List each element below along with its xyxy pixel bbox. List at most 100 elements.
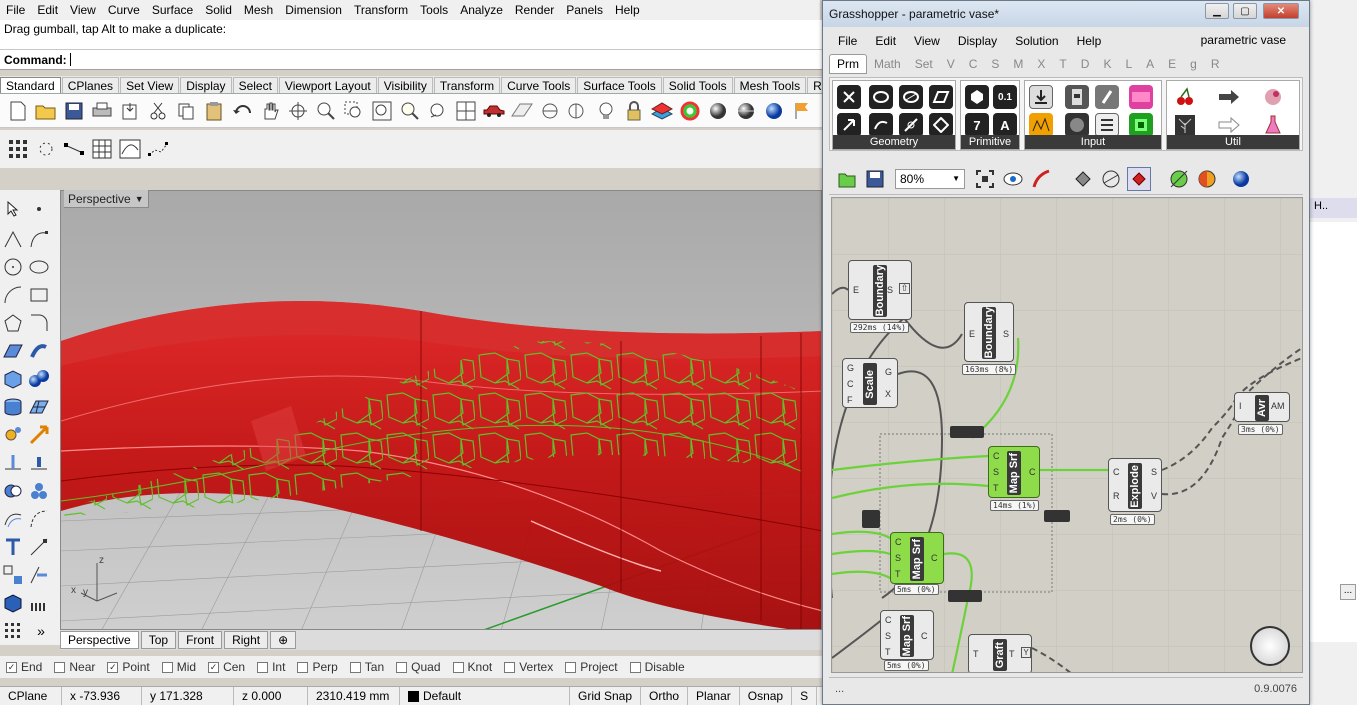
undo-view-icon[interactable] [426,99,450,123]
dots-grid-icon[interactable] [2,620,24,642]
menu-analyze[interactable]: Analyze [454,3,509,17]
surface-param-icon[interactable] [899,85,923,109]
pin-output[interactable]: C [1029,467,1036,477]
osnap-near[interactable]: Near [54,660,95,674]
document-name[interactable]: parametric vase [1192,33,1295,47]
point-cloud-icon[interactable] [34,137,58,161]
zoom-icon[interactable] [314,99,338,123]
cherry-picker-icon[interactable] [1173,85,1197,109]
gh-tab-math[interactable]: Math [867,55,908,73]
gh-tab-x[interactable]: X [1030,55,1052,73]
pin-input[interactable]: C [847,379,854,389]
new-file-icon[interactable] [6,99,30,123]
vptab-top[interactable]: Top [140,631,177,649]
revolve-icon[interactable] [28,340,50,362]
cplane-icon[interactable] [538,99,562,123]
viewport-title[interactable]: Perspective ▼ [64,190,149,208]
status-osnap[interactable]: Osnap [740,687,793,705]
text-icon[interactable] [2,536,24,558]
pin-input[interactable]: R [1113,491,1120,501]
minimize-icon[interactable]: ▁ [1205,3,1229,19]
tab-viewport-layout[interactable]: Viewport Layout [278,77,377,93]
status-smarttrack[interactable]: S [792,687,818,705]
add-viewport-icon[interactable]: ⊕ [270,631,297,649]
osnap-end[interactable]: ✓ End [6,660,42,674]
tab-cplanes[interactable]: CPlanes [61,77,120,93]
menu-surface[interactable]: Surface [146,3,199,17]
osnap-disable[interactable]: Disable [629,660,685,674]
pin-output[interactable]: G [885,367,892,377]
vptab-right[interactable]: Right [224,631,269,649]
pin-input[interactable]: T [895,569,901,579]
gh-tab-d[interactable]: D [1074,55,1097,73]
osnap-perp[interactable]: Perp [297,660,338,674]
osnap-checkbox[interactable] [565,661,577,673]
fillet-icon[interactable] [28,312,50,334]
pin-input[interactable]: E [969,329,975,339]
viewport-menu-arrow-icon[interactable]: ▼ [135,194,144,204]
blue-shape-icon[interactable] [1229,167,1253,191]
color-wheel-icon[interactable] [678,99,702,123]
pin-input[interactable]: S [895,553,901,563]
box-icon[interactable] [2,368,24,390]
layout-grid-icon[interactable] [2,564,24,586]
gh-component-boundary-1[interactable]: E Boundary S ⇧ [848,260,912,320]
gumball-preview-icon[interactable] [1167,167,1191,191]
gradient-param-icon[interactable] [1129,85,1153,109]
gh-component-graft[interactable]: T Graft T Y [968,634,1032,672]
gh-component-boundary-2[interactable]: E Boundary S [964,302,1014,362]
graft-y-icon[interactable]: Y [1021,647,1031,658]
zoom-extents-canvas-icon[interactable] [973,167,997,191]
pin-input[interactable]: G [847,363,854,373]
mesh-param-icon[interactable] [929,113,953,137]
menu-edit[interactable]: Edit [31,3,64,17]
status-planar[interactable]: Planar [688,687,740,705]
osnap-cen[interactable]: ✓ Cen [208,660,245,674]
menu-curve[interactable]: Curve [102,3,146,17]
pin-input[interactable]: S [885,631,891,641]
menu-dimension[interactable]: Dimension [279,3,348,17]
print-icon[interactable] [90,99,114,123]
shaded-sphere-icon[interactable] [706,99,730,123]
render-sphere-icon[interactable] [734,99,758,123]
pin-output[interactable]: AM [1271,401,1285,411]
control-knob-icon[interactable] [1065,113,1089,137]
graph-mapper-icon[interactable] [1029,113,1053,137]
data-arrow-outline-icon[interactable] [1217,113,1241,137]
gh-component-average[interactable]: I Avr AM [1234,392,1290,422]
dimension-icon[interactable] [28,536,50,558]
pin-output[interactable]: S [1003,329,1009,339]
arc-icon[interactable] [2,284,24,306]
gh-component-explode[interactable]: C R Explode S V [1108,458,1162,512]
pin-input[interactable]: T [973,649,979,659]
offset-icon[interactable] [2,508,24,530]
blend-icon[interactable] [28,508,50,530]
osnap-tan[interactable]: Tan [349,660,384,674]
project-icon[interactable] [28,564,50,586]
pin-input[interactable]: C [895,537,902,547]
osnap-int[interactable]: Int [257,660,285,674]
gh-tab-r[interactable]: R [1204,55,1227,73]
pin-input[interactable]: C [885,615,892,625]
pin-output[interactable]: C [921,631,928,641]
pin-input[interactable]: C [993,451,1000,461]
gh-tab-l[interactable]: L [1118,55,1139,73]
preview-shaded-icon[interactable] [1071,167,1095,191]
tab-select[interactable]: Select [232,77,278,93]
zoom-extents-icon[interactable] [370,99,394,123]
menu-solid[interactable]: Solid [199,3,238,17]
osnap-checkbox[interactable] [297,661,309,673]
gh-tab-prm[interactable]: Prm [829,54,867,74]
trim-icon[interactable] [2,452,24,474]
save-icon[interactable] [62,99,86,123]
boolean-param-icon[interactable] [965,85,989,109]
vector-param-icon[interactable] [837,113,861,137]
gh-component-map-srf-2[interactable]: C S T Map Srf C [890,532,944,584]
material-sphere-icon[interactable] [1195,167,1219,191]
close-icon[interactable]: ✕ [1263,3,1299,19]
maximize-icon[interactable]: ▢ [1233,3,1257,19]
zoom-selected-icon[interactable] [398,99,422,123]
ribbon-caption-input[interactable]: Input [1025,135,1161,149]
command-line[interactable]: Command: [0,50,822,70]
viewport-layout-icon[interactable] [454,99,478,123]
